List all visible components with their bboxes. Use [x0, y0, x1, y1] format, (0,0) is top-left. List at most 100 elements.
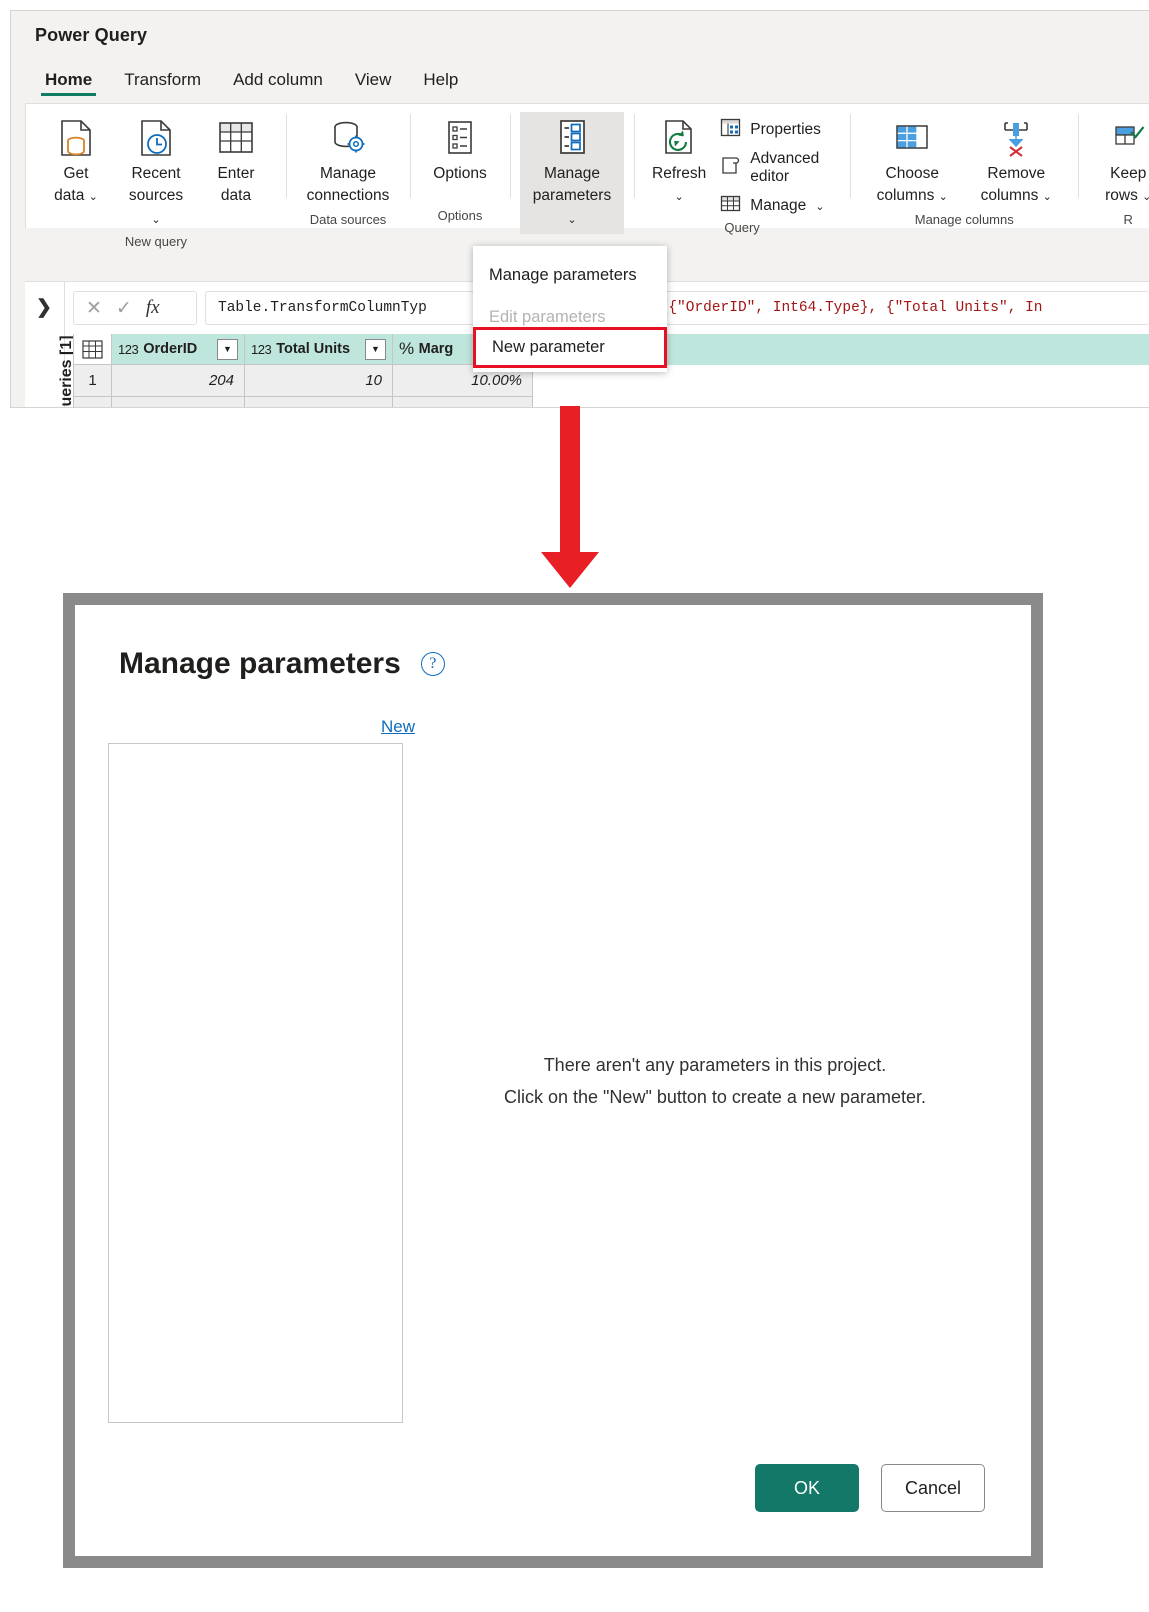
- grid-select-all-icon[interactable]: [74, 334, 112, 365]
- tab-transform[interactable]: Transform: [110, 68, 215, 99]
- ribbon-tabs: Home Transform Add column View Help: [11, 59, 1149, 99]
- dialog-title: Manage parameters: [119, 647, 401, 680]
- power-query-window: Power Query Home Transform Add column Vi…: [10, 10, 1149, 408]
- dialog-actions: OK Cancel: [755, 1464, 985, 1512]
- annotation-arrow: [520, 406, 620, 596]
- tab-home[interactable]: Home: [31, 68, 106, 99]
- queries-pane-rail[interactable]: ❯ Queries [1]: [25, 282, 75, 407]
- manage-parameters-line2: parameters: [532, 187, 612, 205]
- menu-item-new-parameter[interactable]: New parameter: [473, 327, 667, 368]
- ok-button[interactable]: OK: [755, 1464, 859, 1512]
- recent-sources-button[interactable]: Recent sources ⌄: [116, 112, 196, 234]
- enter-data-button[interactable]: Enter data: [196, 112, 276, 212]
- manage-connections-button[interactable]: Manage connections: [296, 112, 400, 212]
- recent-sources-line2: sources: [128, 187, 184, 205]
- ribbon-group-label-manage-columns: Manage columns: [914, 211, 1014, 227]
- properties-button[interactable]: Properties: [714, 116, 840, 144]
- choose-columns-button[interactable]: Choose columns ⌄: [860, 112, 964, 212]
- cell-margin[interactable]: 7.00%: [393, 397, 533, 407]
- ribbon-group-new-query: Get data ⌄ Recent sources ⌄ Enter data N…: [26, 104, 286, 249]
- choose-columns-icon: [890, 115, 934, 161]
- query-small-buttons: Properties Advanced editor Manage ⌄: [714, 112, 840, 220]
- formula-text-suffix: s", {{"OrderID", Int64.Type}, {"Total Un…: [624, 300, 1043, 316]
- ribbon-group-parameters: Manage parameters ⌄: [510, 104, 634, 235]
- cell-total-units[interactable]: 10: [245, 365, 393, 397]
- cell-total-units[interactable]: 15: [245, 397, 393, 407]
- grid-column-name-margin: Marg: [418, 341, 454, 357]
- ribbon-group-label-new-query: New query: [124, 234, 188, 250]
- manage-parameters-dialog-frame: Manage parameters ? New There aren't any…: [63, 593, 1043, 1568]
- type-icon-whole-number: 123: [118, 341, 139, 357]
- manage-label: Manage: [750, 197, 807, 214]
- get-data-line2: data: [54, 187, 85, 205]
- tab-view[interactable]: View: [341, 68, 406, 99]
- checkmark-icon[interactable]: ✓: [116, 297, 132, 320]
- cancel-icon[interactable]: ✕: [86, 297, 102, 320]
- remove-columns-line1: Remove: [987, 165, 1046, 182]
- manage-icon: [720, 193, 741, 219]
- choose-columns-line2: columns: [876, 187, 935, 205]
- manage-parameters-line1: Manage: [543, 165, 600, 182]
- manage-connections-line2: connections: [306, 187, 390, 205]
- ribbon-group-data-sources: Manage connections Data sources: [286, 104, 410, 228]
- tab-add-column[interactable]: Add column: [219, 68, 337, 99]
- manage-connections-line1: Manage: [319, 165, 376, 182]
- chevron-down-icon: ⌄: [938, 191, 948, 204]
- grid-column-header-orderid[interactable]: 123 OrderID ▼: [112, 334, 245, 365]
- chevron-down-icon: ⌄: [815, 200, 825, 213]
- app-title: Power Query: [35, 25, 148, 45]
- advanced-editor-button[interactable]: Advanced editor: [714, 149, 840, 187]
- advanced-editor-icon: [720, 155, 741, 181]
- manage-connections-label: Manage connections: [307, 163, 390, 208]
- remove-columns-line2: columns: [980, 187, 1039, 205]
- options-button[interactable]: Options: [420, 112, 500, 189]
- grid-column-name-total-units: Total Units: [276, 341, 351, 357]
- get-data-icon: [54, 115, 98, 161]
- chevron-right-icon[interactable]: ❯: [36, 296, 52, 319]
- recent-sources-line1: Recent: [131, 165, 181, 182]
- refresh-label: Refresh ⌄: [652, 163, 706, 208]
- grid-filter-arrow-total-units[interactable]: ▼: [365, 338, 386, 360]
- ribbon-group-label-parameters: [510, 234, 634, 239]
- refresh-icon: [657, 115, 701, 161]
- dialog-header: Manage parameters ?: [119, 647, 445, 681]
- ribbon-group-label-options: Options: [437, 208, 483, 223]
- parameters-list[interactable]: [108, 743, 403, 1423]
- window-titlebar: Power Query: [11, 11, 1149, 59]
- new-parameter-link[interactable]: New: [330, 717, 415, 737]
- cell-orderid[interactable]: 457: [112, 397, 245, 407]
- row-index: 1: [74, 365, 112, 397]
- refresh-button[interactable]: Refresh ⌄: [644, 112, 714, 212]
- cell-orderid[interactable]: 204: [112, 365, 245, 397]
- fx-icon[interactable]: fx: [146, 297, 160, 319]
- grid-column-header-total-units[interactable]: 123 Total Units ▼: [245, 334, 393, 365]
- manage-button[interactable]: Manage ⌄: [714, 192, 840, 220]
- enter-data-icon: [214, 115, 258, 161]
- menu-item-manage-parameters[interactable]: Manage parameters: [473, 254, 667, 296]
- empty-state-message: There aren't any parameters in this proj…: [415, 1050, 1015, 1113]
- advanced-editor-label: Advanced editor: [750, 150, 820, 185]
- ribbon-group-label-reduce-rows: R: [1123, 211, 1133, 227]
- help-icon[interactable]: ?: [420, 652, 445, 676]
- keep-rows-line2: rows: [1105, 187, 1138, 205]
- ribbon-group-manage-columns: Choose columns ⌄ Remove columns ⌄ Manage…: [850, 104, 1078, 228]
- type-icon-percentage: %: [399, 339, 414, 358]
- properties-icon: [720, 117, 741, 143]
- keep-rows-button[interactable]: Keep rows ⌄: [1088, 112, 1149, 212]
- remove-columns-icon: [994, 115, 1038, 161]
- cancel-button[interactable]: Cancel: [881, 1464, 985, 1512]
- type-icon-whole-number: 123: [251, 341, 272, 357]
- get-data-button[interactable]: Get data ⌄: [36, 112, 116, 212]
- ribbon-group-label-query: Query: [724, 220, 760, 235]
- chevron-down-icon: ⌄: [567, 213, 577, 226]
- tab-help[interactable]: Help: [409, 68, 472, 99]
- chevron-down-icon: ⌄: [151, 213, 161, 226]
- chevron-down-icon: ⌄: [88, 191, 98, 204]
- grid-filter-arrow-orderid[interactable]: ▼: [217, 338, 238, 360]
- manage-parameters-dialog: Manage parameters ? New There aren't any…: [75, 605, 1031, 1556]
- manage-parameters-button[interactable]: Manage parameters ⌄: [520, 112, 624, 235]
- remove-columns-button[interactable]: Remove columns ⌄: [964, 112, 1068, 212]
- recent-sources-icon: [134, 115, 178, 161]
- formula-input[interactable]: Table.TransformColumnTyp s", {{"OrderID",…: [205, 291, 1149, 325]
- manage-connections-icon: [326, 115, 370, 161]
